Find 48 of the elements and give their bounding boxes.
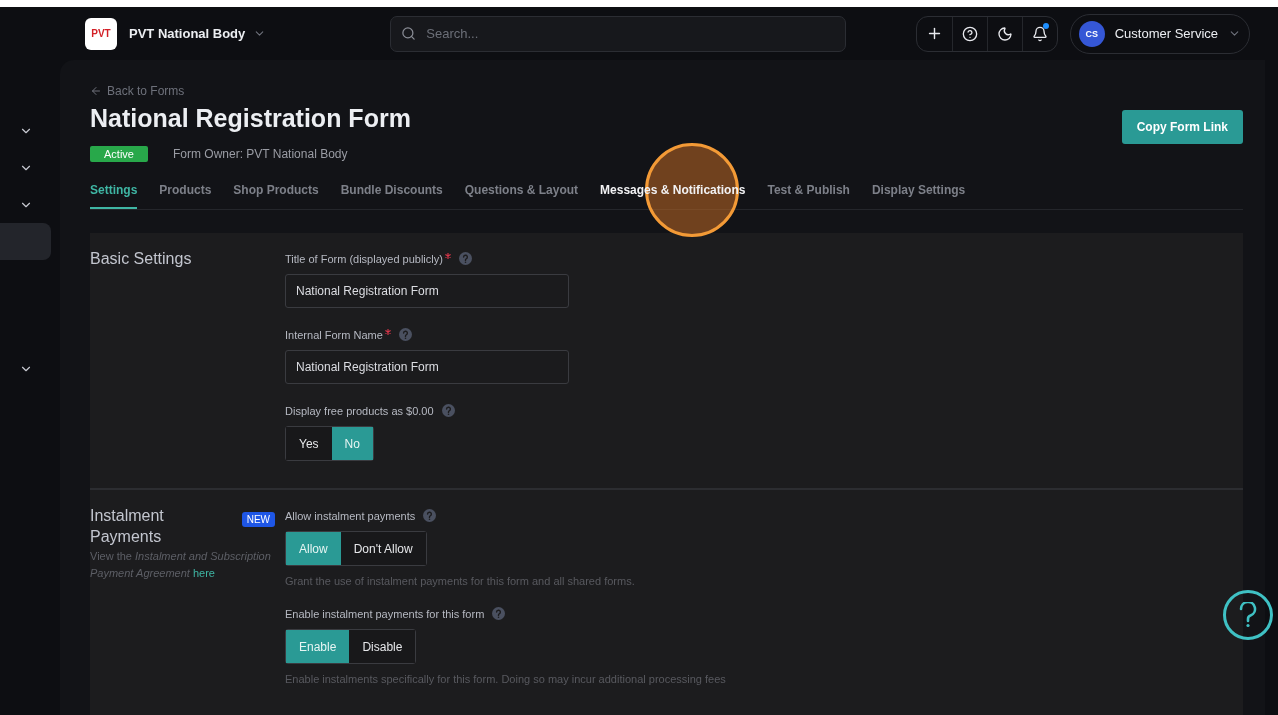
help-icon[interactable]	[398, 328, 412, 341]
tab[interactable]: Settings	[90, 183, 138, 209]
tab[interactable]: Products	[159, 183, 212, 209]
moon-icon	[996, 25, 1013, 42]
toggle-option[interactable]: Enable	[286, 630, 350, 663]
toggle-option[interactable]: Yes	[286, 427, 332, 460]
tab[interactable]: Bundle Discounts	[340, 183, 443, 209]
logo[interactable]: PVT	[85, 17, 117, 50]
tab[interactable]: Questions & Layout	[464, 183, 579, 209]
tab[interactable]: Test & Publish	[767, 183, 850, 209]
toggle-option[interactable]: Disable	[349, 630, 416, 663]
text-input[interactable]: National Registration Form	[285, 274, 569, 308]
question-mark-icon	[1239, 602, 1257, 628]
section-description: View the Instalment and Subscription Payment Agreement here	[90, 548, 272, 582]
search-input[interactable]: Search...	[424, 25, 836, 42]
toggle-option[interactable]: No	[331, 427, 373, 460]
page-title: National Registration Form	[90, 104, 411, 133]
text-input[interactable]: National Registration Form	[285, 350, 569, 384]
section-title: Instalment Payments	[90, 506, 165, 547]
help-button[interactable]	[1223, 590, 1273, 640]
field-hint: Grant the use of instalment payments for this form and all shared forms.	[285, 575, 636, 587]
help-icon[interactable]	[441, 404, 455, 417]
tab[interactable]: Shop Products	[233, 183, 319, 209]
status-badge: Active	[90, 146, 148, 162]
organization-name[interactable]: PVT National Body	[129, 26, 246, 41]
copy-form-link-button[interactable]: Copy Form Link	[1121, 110, 1243, 144]
help-icon[interactable]	[458, 252, 472, 265]
form-owner: Form Owner: PVT National Body	[172, 147, 348, 161]
arrow-left-icon	[90, 85, 102, 97]
agreement-link[interactable]: here	[192, 567, 215, 580]
field-label: Internal Form Name	[285, 328, 383, 341]
toggle-option[interactable]: Don't Allow	[340, 532, 426, 565]
bell-icon	[1031, 25, 1048, 42]
user-avatar: CS	[1078, 20, 1105, 47]
search-icon	[401, 26, 417, 41]
help-icon[interactable]	[492, 607, 506, 620]
back-link[interactable]: Back to Forms	[90, 84, 1243, 98]
new-badge: NEW	[241, 512, 275, 527]
toggle-option[interactable]: Allow	[286, 532, 341, 565]
help-icon[interactable]	[423, 509, 437, 522]
field-label: Title of Form (displayed publicly)	[285, 252, 443, 265]
field-label: Allow instalment payments	[285, 509, 416, 522]
field-label: Display free products as $0.00	[285, 404, 434, 417]
section-title: Basic Settings	[90, 249, 192, 269]
tab[interactable]: Display Settings	[871, 183, 966, 209]
help-icon	[961, 25, 978, 42]
field-label: Enable instalment payments for this form	[285, 607, 485, 620]
search-field[interactable]: Search...	[390, 15, 847, 52]
